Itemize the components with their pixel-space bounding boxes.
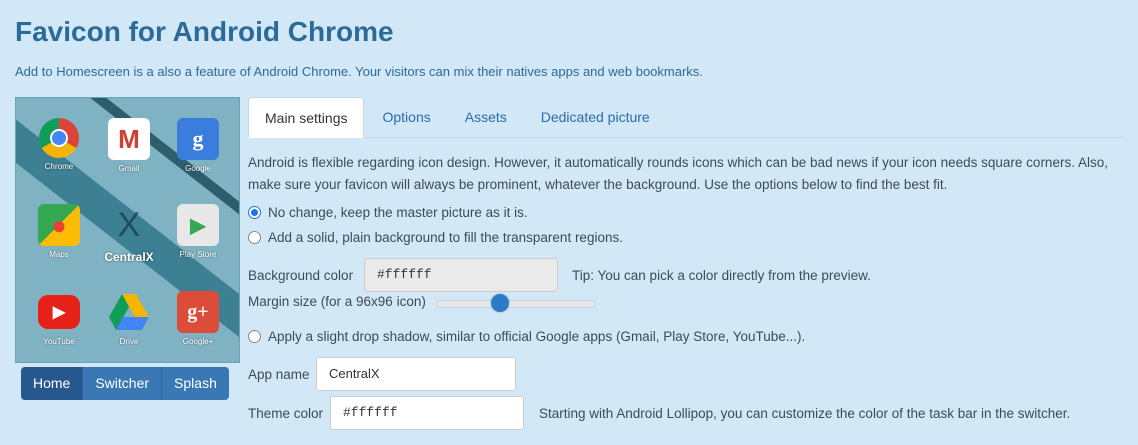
- centralx-icon: X: [117, 205, 141, 244]
- app-youtube: ▶ YouTube: [27, 291, 91, 346]
- option-no-change-label: No change, keep the master picture as it…: [268, 205, 528, 220]
- gmail-icon: M: [108, 118, 150, 160]
- margin-size-slider[interactable]: [436, 294, 596, 312]
- mode-splash-button[interactable]: Splash: [162, 367, 229, 400]
- theme-color-tip: Starting with Android Lollipop, you can …: [539, 405, 1071, 421]
- slider-handle[interactable]: [491, 294, 510, 312]
- drive-icon: [108, 291, 150, 333]
- app-label: Maps: [49, 250, 69, 259]
- option-no-change[interactable]: No change, keep the master picture as it…: [248, 205, 528, 220]
- app-label: Google+: [182, 337, 214, 346]
- tab-dedicated-picture[interactable]: Dedicated picture: [525, 97, 666, 137]
- app-label: Drive: [119, 337, 139, 346]
- theme-color-label: Theme color: [248, 405, 324, 421]
- background-color-input[interactable]: #ffffff: [364, 258, 558, 292]
- app-google: g Google: [166, 118, 230, 173]
- description-text: Android is flexible regarding icon desig…: [248, 155, 1108, 192]
- tab-options[interactable]: Options: [366, 97, 446, 137]
- app-label: Play Store: [179, 250, 217, 259]
- theme-color-input[interactable]: #ffffff: [330, 396, 524, 430]
- google-icon: g: [177, 118, 219, 160]
- app-gmail: M Gmail: [97, 118, 161, 173]
- app-label: CentralX: [104, 250, 154, 264]
- margin-size-label: Margin size (for a 96x96 icon): [248, 294, 426, 309]
- option-shadow[interactable]: Apply a slight drop shadow, similar to o…: [248, 329, 805, 344]
- app-drive: Drive: [97, 291, 161, 346]
- radio-no-change[interactable]: [248, 206, 261, 219]
- app-name-input[interactable]: CentralX: [316, 357, 516, 391]
- app-centralx: X CentralX: [97, 204, 161, 265]
- app-label: Chrome: [44, 162, 74, 171]
- radio-background[interactable]: [248, 231, 261, 244]
- theme-color-row: Theme color #ffffff Starting with Androi…: [248, 396, 1070, 430]
- preview-mode-switch: Home Switcher Splash: [21, 367, 229, 400]
- page-subtitle: Add to Homescreen is a also a feature of…: [15, 64, 703, 79]
- option-background-label: Add a solid, plain background to fill th…: [268, 230, 623, 245]
- app-label: Gmail: [118, 164, 140, 173]
- app-label: YouTube: [43, 337, 75, 346]
- app-maps: ● Maps: [27, 204, 91, 259]
- background-color-tip: Tip: You can pick a color directly from …: [572, 267, 871, 283]
- youtube-icon: ▶: [38, 295, 80, 329]
- play-store-icon: ▶: [177, 204, 219, 246]
- option-shadow-label: Apply a slight drop shadow, similar to o…: [268, 329, 806, 344]
- mode-switcher-button[interactable]: Switcher: [83, 367, 163, 400]
- app-google-plus: g+ Google+: [166, 291, 230, 346]
- maps-icon: ●: [38, 204, 80, 246]
- app-name-row: App name CentralX: [248, 357, 516, 391]
- app-label: Google: [185, 164, 211, 173]
- chrome-icon: [39, 118, 79, 158]
- app-name-label: App name: [248, 366, 310, 382]
- mode-home-button[interactable]: Home: [21, 367, 84, 400]
- option-background[interactable]: Add a solid, plain background to fill th…: [248, 230, 623, 245]
- page-title: Favicon for Android Chrome: [15, 16, 394, 47]
- background-color-row: Background color #ffffff Tip: You can pi…: [248, 258, 871, 292]
- homescreen-preview: Chrome M Gmail g Google ● Maps X Central…: [15, 97, 240, 363]
- google-plus-icon: g+: [177, 291, 219, 333]
- app-play-store: ▶ Play Store: [166, 204, 230, 259]
- radio-shadow[interactable]: [248, 330, 261, 343]
- background-color-label: Background color: [248, 267, 354, 283]
- tab-assets[interactable]: Assets: [449, 97, 523, 137]
- settings-tabs: Main settings Options Assets Dedicated p…: [248, 97, 1124, 138]
- app-chrome: Chrome: [27, 118, 91, 171]
- tab-main-settings[interactable]: Main settings: [248, 97, 365, 138]
